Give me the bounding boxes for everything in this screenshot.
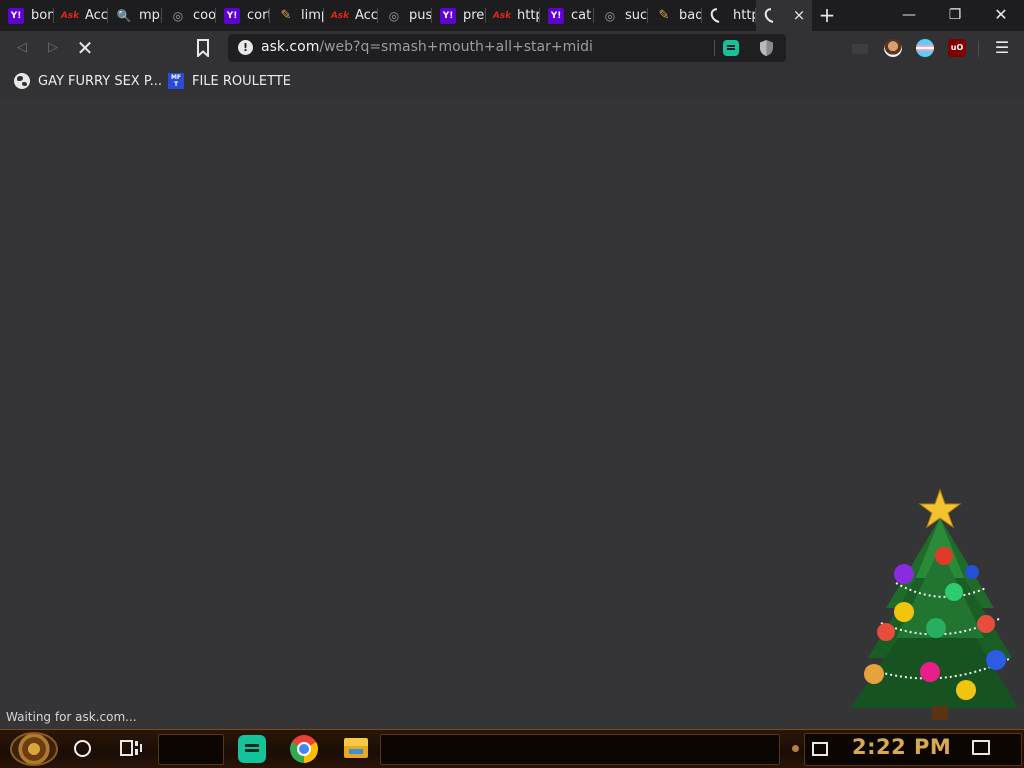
bookmark-item[interactable]: GAY FURRY SEX P...	[14, 72, 162, 90]
tab-list: Y! bonzi Ask Account 🔍 mp3 ◎ cool Y! cort ✎ li…	[0, 0, 812, 31]
loading-icon	[761, 5, 783, 26]
site-info-icon[interactable]: !	[238, 40, 253, 55]
extension-icon[interactable]	[852, 44, 868, 54]
yahoo-icon: Y!	[548, 7, 564, 24]
grammarly-icon[interactable]	[238, 735, 266, 763]
tab-title: cat	[571, 8, 592, 23]
url-text[interactable]: ask.com/web?q=smash+mouth+all+star+midi	[261, 39, 593, 55]
bookmark-label: FILE ROULETTE	[192, 73, 292, 89]
taskbar-clock[interactable]: 2:22 PM	[852, 735, 951, 759]
shield-icon[interactable]	[759, 39, 774, 57]
tab[interactable]: ✎ limp	[270, 0, 324, 31]
close-window-button[interactable]: ✕	[978, 0, 1024, 31]
tab[interactable]: Y! cort	[216, 0, 270, 31]
notification-icon[interactable]	[972, 740, 990, 755]
forward-button[interactable]: ▷	[40, 35, 66, 61]
tab-title: http	[733, 8, 756, 23]
taskbar-panel	[380, 734, 780, 765]
file-explorer-icon[interactable]	[344, 738, 368, 758]
back-button[interactable]: ◁	[9, 35, 35, 61]
tab[interactable]: ◎ suc	[594, 0, 648, 31]
tab-title: Account	[355, 8, 378, 23]
menu-button[interactable]: ☰	[990, 35, 1014, 61]
tab-active[interactable]: ×	[756, 0, 812, 31]
tab-title: puss	[409, 8, 432, 23]
minimize-button[interactable]: —	[886, 0, 932, 31]
tab[interactable]: Ask Account	[324, 0, 378, 31]
ask-icon: Ask	[330, 10, 350, 21]
grammarly-icon[interactable]	[723, 40, 739, 56]
taskbar-panel	[158, 734, 224, 765]
tab-title: bonzi	[31, 8, 54, 23]
feather-icon: ✎	[280, 8, 292, 23]
tab[interactable]: ◎ puss	[378, 0, 432, 31]
new-tab-button[interactable]: +	[815, 4, 839, 28]
stop-loading-button[interactable]: ✕	[72, 35, 98, 61]
maximize-button[interactable]: ❐	[932, 0, 978, 31]
cortana-icon[interactable]	[74, 740, 91, 757]
start-button[interactable]	[10, 732, 58, 766]
globe-icon: ◎	[604, 8, 616, 23]
bookmark-item[interactable]: MF T FILE ROULETTE	[168, 72, 291, 90]
ask-icon: Ask	[60, 10, 80, 21]
feather-icon: ✎	[658, 8, 670, 23]
chrome-icon[interactable]	[290, 735, 318, 763]
tab-title: prev	[463, 8, 486, 23]
yahoo-icon: Y!	[224, 7, 240, 24]
globe-icon: ◎	[388, 8, 400, 23]
taskbar: 2:22 PM	[0, 729, 1024, 768]
tab-title: cool	[193, 8, 216, 23]
address-bar[interactable]: ! ask.com/web?q=smash+mouth+all+star+mid…	[228, 34, 786, 62]
flag-extension-icon[interactable]	[916, 39, 934, 57]
globe-icon: ◎	[172, 8, 184, 23]
toolbar-divider	[978, 41, 979, 57]
tab[interactable]: Y! prev	[432, 0, 486, 31]
tab-strip: Y! bonzi Ask Account 🔍 mp3 ◎ cool Y! cort ✎ li…	[0, 0, 1024, 31]
forward-arrow-icon: ▷	[48, 40, 58, 55]
tab[interactable]: Y! bonzi	[0, 0, 54, 31]
url-path: /web?q=smash+mouth+all+star+midi	[319, 39, 593, 55]
profile-extension-icon[interactable]	[884, 39, 902, 57]
ask-icon: Ask	[492, 10, 512, 21]
network-icon[interactable]	[812, 742, 828, 756]
tab-title: mp3	[139, 8, 162, 23]
tab-title: limp	[301, 8, 324, 23]
tab-title: http	[517, 8, 540, 23]
tab[interactable]: Ask Account	[54, 0, 108, 31]
globe-icon	[14, 73, 30, 89]
search-icon: 🔍	[116, 8, 132, 23]
tab-title: cort	[247, 8, 270, 23]
bookmark-icon[interactable]	[196, 39, 210, 57]
task-view-icon[interactable]	[120, 738, 142, 758]
stop-icon: ✕	[76, 36, 94, 60]
tab-title: bad	[679, 8, 702, 23]
yahoo-icon: Y!	[440, 7, 456, 24]
back-arrow-icon: ◁	[17, 40, 27, 55]
tab-title: suc	[625, 8, 648, 23]
url-host: ask.com	[261, 39, 320, 55]
tab[interactable]: ◎ cool	[162, 0, 216, 31]
loading-icon	[707, 5, 729, 26]
tab[interactable]: Ask http	[486, 0, 540, 31]
yahoo-icon: Y!	[8, 7, 24, 24]
omnibox-divider	[714, 40, 715, 56]
bookmark-label: GAY FURRY SEX P...	[38, 73, 163, 89]
close-tab-icon[interactable]: ×	[791, 7, 807, 23]
tab-title: Account	[85, 8, 108, 23]
bookmarks-bar: GAY FURRY SEX P... MF T FILE ROULETTE	[0, 65, 1024, 97]
ublock-icon[interactable]: uO	[948, 39, 966, 57]
menu-icon: ☰	[994, 38, 1010, 57]
tab[interactable]: Y! cat	[540, 0, 594, 31]
toolbar: ◁ ▷ ✕ ! ask.com/web?q=smash+mouth+all+st…	[0, 31, 1024, 65]
screen: Y! bonzi Ask Account 🔍 mp3 ◎ cool Y! cort ✎ li…	[0, 0, 1024, 768]
mft-icon: MF T	[168, 73, 184, 89]
christmas-tree-icon	[850, 488, 1018, 720]
status-bubble: Waiting for ask.com...	[0, 708, 143, 729]
tray-overflow-icon[interactable]	[792, 745, 799, 752]
tab[interactable]: http	[702, 0, 756, 31]
tab[interactable]: ✎ bad	[648, 0, 702, 31]
tab[interactable]: 🔍 mp3	[108, 0, 162, 31]
